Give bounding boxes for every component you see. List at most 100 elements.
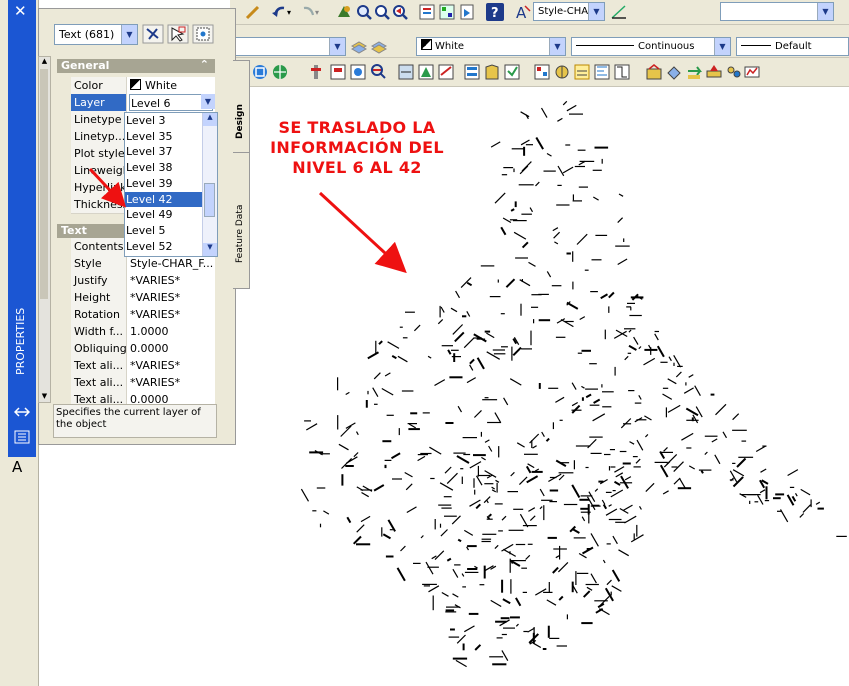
scroll-thumb[interactable]	[204, 183, 215, 217]
pan-realtime-icon[interactable]	[335, 3, 353, 21]
cad-text-mark	[557, 561, 569, 573]
annotation-line-1: SE TRASLADO LA	[278, 118, 436, 137]
layer-option[interactable]: Level 5	[125, 223, 202, 238]
toggle-pickadd-icon[interactable]	[142, 24, 164, 44]
select-objects-icon[interactable]	[167, 24, 189, 44]
cad-text-mark	[667, 404, 681, 413]
zoom-realtime-icon[interactable]	[355, 3, 373, 21]
property-name: Plot style	[71, 145, 127, 162]
property-row[interactable]: Text ali... *VARIES*	[71, 357, 215, 375]
cad-text-mark	[614, 466, 625, 473]
cad-text-mark	[408, 423, 417, 429]
property-row[interactable]: Width f... 1.0000	[71, 323, 215, 341]
make-object-layer-current-icon[interactable]	[350, 37, 368, 55]
cad-text-mark	[528, 507, 536, 512]
cad-text-mark	[510, 208, 515, 212]
cad-text-mark	[381, 387, 394, 396]
auto-hide-icon[interactable]	[14, 405, 30, 419]
layer-option[interactable]: Level 35	[125, 129, 202, 144]
layer-dropdown-list[interactable]: Level 3 Level 35 Level 37 Level 38 Level 39 L…	[124, 112, 218, 257]
cad-text-mark	[638, 346, 642, 350]
general-section-header[interactable]: General ⌃	[57, 58, 215, 73]
annotation-line-2: INFORMACIÓN DEL	[270, 138, 444, 157]
property-row[interactable]: Obliquing 0.0000	[71, 340, 215, 358]
close-icon[interactable]: ✕	[14, 2, 27, 20]
cad-text-mark	[360, 515, 371, 523]
layer-list-scrollbar[interactable]: ▲ ▼	[202, 113, 217, 256]
properties-scrollbar[interactable]: ▲ ▼	[38, 56, 51, 403]
chevron-down-icon[interactable]: ▼	[201, 94, 215, 109]
zoom-previous-icon[interactable]	[391, 3, 409, 21]
scroll-down-arrow[interactable]: ▼	[203, 243, 217, 256]
layer-option[interactable]: Level 3	[125, 113, 202, 128]
lineweight-dropdown[interactable]: Default	[736, 37, 849, 56]
help-icon[interactable]: ?	[486, 3, 504, 21]
cad-text-mark	[476, 357, 485, 370]
undo-icon[interactable]: ▾	[270, 3, 291, 21]
toolbar-icon-strip[interactable]	[230, 58, 849, 86]
tab-design[interactable]: Design	[233, 60, 250, 154]
tool-palettes-icon[interactable]	[458, 3, 476, 21]
layer-option[interactable]: Level 39	[125, 176, 202, 191]
dim-style-dropdown[interactable]: ▼	[720, 2, 834, 21]
cad-text-mark	[644, 433, 649, 438]
quick-select-icon[interactable]	[192, 24, 214, 44]
property-row[interactable]: Style Style-CHAR_F...	[71, 255, 215, 273]
scroll-down-arrow[interactable]: ▼	[39, 392, 50, 402]
linetype-dropdown[interactable]: Continuous ▼	[571, 37, 731, 56]
chevron-down-icon: ▼	[714, 38, 730, 55]
pencil-icon[interactable]	[244, 3, 262, 21]
description-panel: Specifies the current layer of the objec…	[53, 404, 217, 438]
properties-title-bar[interactable]: ✕ PROPERTIES	[8, 0, 36, 457]
scroll-up-arrow[interactable]: ▲	[39, 57, 50, 67]
layer-previous-icon[interactable]	[370, 37, 388, 55]
redo-icon[interactable]: ▾	[300, 3, 319, 21]
cad-text-mark	[562, 166, 574, 174]
property-row[interactable]: Height *VARIES*	[71, 289, 215, 307]
text-style-dropdown[interactable]: Style-CHAR_FA ▼	[533, 2, 605, 21]
toolbar-row-2: ▼ White ▼ Continuous ▼ Default	[230, 25, 849, 58]
property-row[interactable]: Justify *VARIES*	[71, 272, 215, 290]
zoom-window-icon[interactable]	[373, 3, 391, 21]
property-name: Style	[71, 255, 127, 272]
cad-text-mark	[608, 291, 615, 299]
property-row[interactable]: Color White	[71, 77, 215, 95]
layer-option[interactable]: Level 52	[125, 239, 202, 254]
cad-text-mark	[714, 454, 721, 465]
cad-text-mark	[638, 505, 642, 510]
cad-text-mark	[346, 516, 352, 524]
scroll-thumb[interactable]	[40, 69, 48, 299]
selection-dropdown[interactable]: Text (681) ▼	[54, 24, 138, 45]
collapse-icon[interactable]: ⌃	[200, 58, 209, 72]
design-center-icon[interactable]	[438, 3, 456, 21]
scroll-up-arrow[interactable]: ▲	[203, 113, 217, 126]
cad-text-mark	[505, 278, 516, 288]
cad-text-mark	[600, 293, 608, 300]
layer-dropdown[interactable]: ▼	[230, 37, 346, 56]
color-dropdown[interactable]: White ▼	[416, 37, 566, 56]
cad-text-mark	[654, 333, 659, 341]
properties-menu-icon[interactable]	[14, 430, 30, 444]
property-value: *VARIES*	[130, 308, 181, 321]
linetype-value: Continuous	[638, 41, 695, 52]
tab-feature-data[interactable]: Feature Data	[233, 152, 250, 289]
color-value-cell[interactable]: White	[129, 77, 214, 94]
layer-option[interactable]: Level 38	[125, 160, 202, 175]
cad-text-mark	[456, 634, 466, 644]
property-row[interactable]: Rotation *VARIES*	[71, 306, 215, 324]
cad-text-mark	[711, 438, 718, 443]
cad-text-mark	[624, 515, 637, 524]
cad-text-mark	[345, 422, 356, 429]
layer-option-selected[interactable]: Level 42	[125, 191, 202, 207]
properties-icon[interactable]	[418, 3, 436, 21]
dim-style-icon[interactable]	[610, 3, 628, 21]
text-style-icon[interactable]: A	[514, 3, 532, 22]
cad-text-mark	[608, 504, 612, 507]
layer-option[interactable]: Level 37	[125, 144, 202, 159]
cad-text-mark	[475, 503, 482, 510]
property-row[interactable]: Layer Level 6 ▼	[71, 94, 215, 112]
cad-text-mark	[585, 393, 592, 399]
property-value: *VARIES*	[130, 291, 181, 304]
property-row[interactable]: Text ali... *VARIES*	[71, 374, 215, 392]
layer-option[interactable]: Level 49	[125, 207, 202, 222]
